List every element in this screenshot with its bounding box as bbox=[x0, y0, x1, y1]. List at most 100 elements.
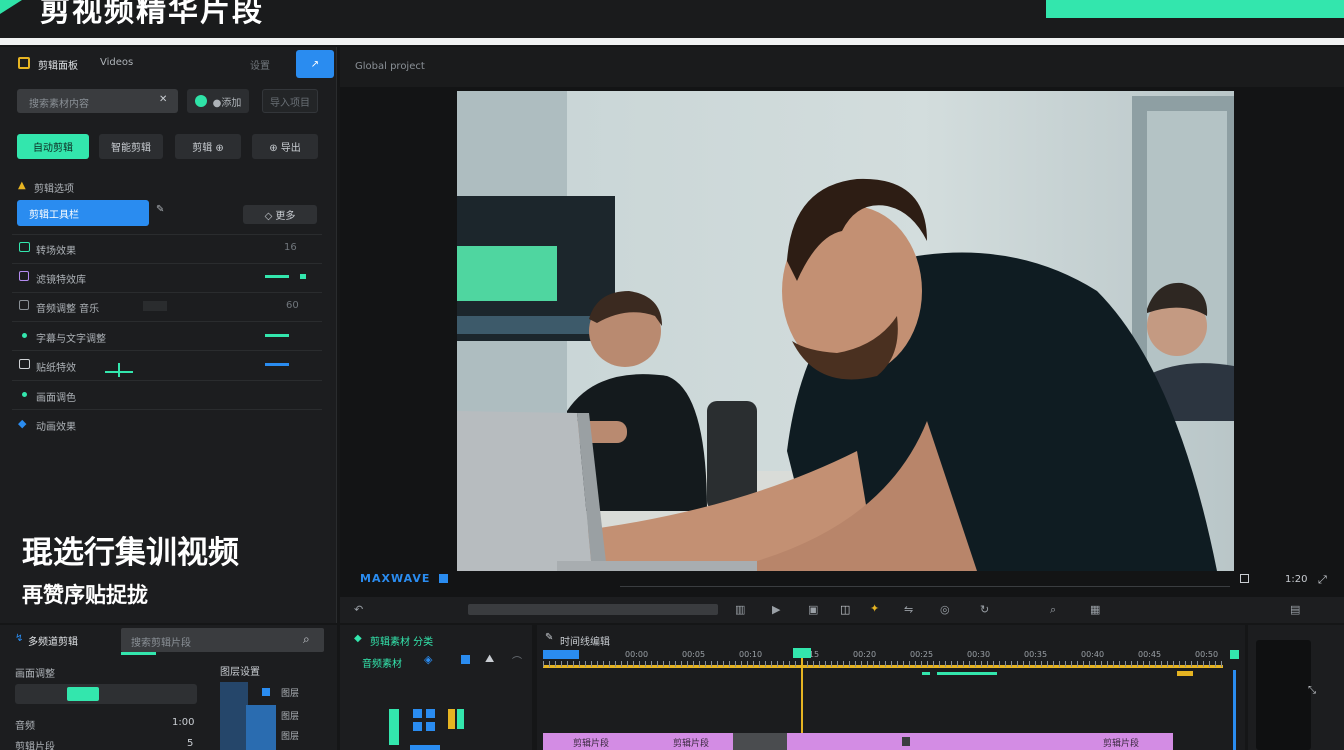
divider bbox=[12, 350, 322, 351]
divider bbox=[12, 321, 322, 322]
export-button[interactable]: ⊕ 导出 bbox=[252, 134, 318, 159]
bl-row-3-label: 剪辑片段 bbox=[15, 742, 55, 750]
auto-edit-button[interactable]: 自动剪辑 bbox=[17, 134, 89, 159]
filter-toggle[interactable] bbox=[300, 274, 306, 279]
asset-thumb[interactable] bbox=[389, 709, 399, 745]
bl-progress-fill bbox=[67, 687, 99, 701]
grid-icon[interactable]: ▦ bbox=[1090, 603, 1100, 616]
fullscreen-icon[interactable] bbox=[1240, 574, 1249, 583]
import-button[interactable]: 导入项目 bbox=[262, 89, 318, 113]
add-button[interactable]: ●添加 bbox=[187, 89, 249, 113]
timeline-tick-label: 00:30 bbox=[967, 650, 991, 659]
clear-icon[interactable]: ✕ bbox=[159, 94, 167, 105]
bottom-left-title: 多频道剪辑 bbox=[28, 637, 78, 648]
asset-thumb[interactable] bbox=[413, 722, 422, 731]
bl-row-2-value: 1:00 bbox=[172, 717, 195, 728]
settings-icon[interactable]: ▤ bbox=[1290, 603, 1300, 616]
meter-icon: ⤡ bbox=[1308, 685, 1316, 696]
tab-videos[interactable]: Videos bbox=[100, 57, 133, 68]
audio-icon bbox=[19, 300, 29, 310]
timeline-tick-label: 00:00 bbox=[625, 650, 649, 659]
rotate-icon[interactable]: ↻ bbox=[980, 603, 989, 616]
transition-icon bbox=[19, 242, 30, 252]
layer-color-swatch bbox=[262, 688, 270, 696]
zoom-icon[interactable]: ⌕ bbox=[1050, 603, 1056, 617]
video-frame[interactable] bbox=[457, 91, 1234, 571]
play-icon[interactable]: ▶ bbox=[772, 603, 780, 616]
asset-thumb[interactable] bbox=[426, 709, 435, 718]
keyframe-marker[interactable] bbox=[1177, 671, 1193, 676]
stop-icon[interactable] bbox=[439, 574, 448, 583]
audio-wave-icon[interactable]: ◈ bbox=[424, 653, 432, 666]
clip-split-marker[interactable] bbox=[902, 737, 910, 746]
preview-header-label: Global project bbox=[355, 61, 425, 72]
section-icon: ▲ bbox=[18, 180, 26, 191]
more-button[interactable]: ◇ 更多 bbox=[243, 205, 317, 224]
crop-icon[interactable]: ◫ bbox=[840, 603, 850, 616]
bottom-left-panel: ↯ 多频道剪辑 搜索剪辑片段 ⌕ 画面调整 音频 1:00 剪辑片段 5 图层设… bbox=[0, 625, 337, 750]
preview-scrubber[interactable] bbox=[620, 586, 1230, 587]
edit-button[interactable]: 剪辑 ⊕ bbox=[175, 134, 241, 159]
channel-icon: ↯ bbox=[15, 633, 24, 644]
asset-thumb[interactable] bbox=[426, 722, 435, 731]
video-clip-track[interactable]: 剪辑片段 剪辑片段 剪辑片段 bbox=[543, 733, 1173, 750]
smart-edit-button[interactable]: 智能剪辑 bbox=[99, 134, 163, 159]
edit-icon[interactable]: ✎ bbox=[156, 204, 164, 215]
sticker-slider-handle[interactable] bbox=[118, 363, 120, 377]
lock-icon[interactable]: ▣ bbox=[808, 603, 818, 616]
search-field[interactable]: 搜索素材内容 ✕ bbox=[17, 89, 178, 113]
divider bbox=[12, 409, 322, 410]
asset-thumb[interactable] bbox=[457, 709, 464, 729]
row-subtitle-label[interactable]: 字幕与文字调整 bbox=[36, 330, 106, 345]
timeline-tick-label: 00:10 bbox=[739, 650, 763, 659]
asset-thumb[interactable] bbox=[448, 709, 455, 729]
active-tab-button[interactable]: ↗ bbox=[296, 50, 334, 78]
subtitle-level-bar bbox=[265, 334, 289, 337]
undo-icon[interactable]: ↶ bbox=[354, 603, 363, 616]
search-icon[interactable]: ⌕ bbox=[303, 632, 310, 647]
row-color-label[interactable]: 画面调色 bbox=[36, 389, 76, 404]
tab-settings[interactable]: 设置 bbox=[250, 57, 270, 72]
expand-icon[interactable]: ⤢ bbox=[1318, 573, 1327, 587]
search-underline bbox=[121, 652, 156, 655]
divider bbox=[12, 234, 322, 235]
banner-divider bbox=[0, 38, 1344, 45]
mirror-icon[interactable]: ⇋ bbox=[904, 603, 913, 616]
asset-thumb[interactable] bbox=[410, 745, 440, 750]
selected-toolbar-item[interactable]: 剪辑工具栏 bbox=[17, 200, 149, 226]
video-asset-icon[interactable] bbox=[461, 655, 470, 664]
audio-clip-marker[interactable] bbox=[937, 672, 997, 675]
bl-progress-track[interactable] bbox=[15, 684, 197, 704]
timeline-title: 时间线编辑 bbox=[560, 637, 610, 648]
clip-search-field[interactable]: 搜索剪辑片段 ⌕ bbox=[121, 628, 324, 652]
playback-progress[interactable] bbox=[468, 604, 718, 615]
meter-panel: ⤡ bbox=[1248, 625, 1344, 750]
timeline-end-marker[interactable] bbox=[1230, 650, 1239, 659]
divider bbox=[12, 263, 322, 264]
asset-thumb[interactable] bbox=[413, 709, 422, 718]
row-transition-label[interactable]: 转场效果 bbox=[36, 242, 76, 257]
magic-icon[interactable]: ✦ bbox=[870, 602, 879, 615]
audio-assets-label[interactable]: 音频素材 bbox=[362, 655, 402, 670]
row-filter-label[interactable]: 滤镜特效库 bbox=[36, 271, 86, 286]
photo-asset-icon[interactable]: ⛰ bbox=[485, 652, 494, 666]
audio-mini-field[interactable] bbox=[143, 301, 167, 311]
row-audio-label[interactable]: 音频调整 音乐 bbox=[36, 300, 99, 315]
row-animation-label[interactable]: 动画效果 bbox=[36, 418, 76, 433]
split-icon[interactable]: ▥ bbox=[735, 603, 745, 616]
row-sticker-label[interactable]: 贴纸特效 bbox=[36, 359, 76, 374]
speed-icon[interactable]: ◎ bbox=[940, 603, 950, 616]
layer-label-3: 图层 bbox=[281, 732, 300, 742]
audio-clip-marker[interactable] bbox=[922, 672, 930, 675]
timeline-panel: ✎ 时间线编辑 00:0000:0500:1000:1500:2000:2500… bbox=[537, 625, 1245, 750]
timeline-ruler[interactable]: 00:0000:0500:1000:1500:2000:2500:3000:35… bbox=[543, 650, 1233, 660]
assets-icon: ◆ bbox=[354, 633, 362, 644]
timeline-scrollbar[interactable] bbox=[1233, 670, 1236, 750]
banner-accent-right bbox=[1046, 0, 1344, 18]
bl-row-3-value: 5 bbox=[187, 738, 194, 749]
filter-level-bar bbox=[265, 275, 289, 278]
playhead-handle[interactable] bbox=[793, 648, 811, 658]
more-asset-icon[interactable]: ⌒ bbox=[512, 653, 522, 668]
timeline-tick-label: 00:05 bbox=[682, 650, 706, 659]
preview-watermark: MAXWAVE bbox=[360, 572, 431, 585]
